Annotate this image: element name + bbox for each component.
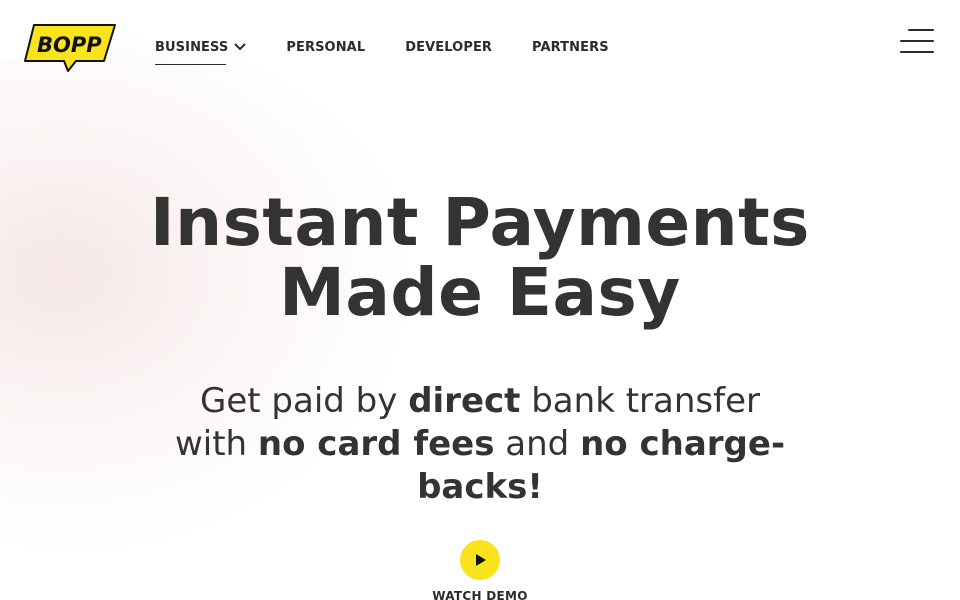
bopp-logo-icon: BOPP	[24, 24, 116, 72]
hero-title: Instant Payments Made Easy	[0, 188, 960, 328]
play-icon	[476, 554, 486, 566]
logo-text: BOPP	[37, 33, 102, 57]
hero-subtitle-text: Get paid by	[200, 381, 409, 421]
main-nav: BUSINESS PERSONAL DEVELOPER PARTNERS	[155, 38, 609, 65]
hero-subtitle-emphasis: no card fees	[257, 424, 495, 464]
menu-line	[900, 51, 934, 53]
nav-item-developer[interactable]: DEVELOPER	[405, 38, 492, 56]
hero-title-line2: Made Easy	[279, 254, 681, 331]
nav-item-business-label: BUSINESS	[155, 39, 229, 55]
chevron-down-icon	[234, 43, 247, 51]
bopp-logo[interactable]: BOPP	[24, 23, 116, 73]
nav-item-personal[interactable]: PERSONAL	[286, 38, 365, 56]
hero-subtitle: Get paid by direct bank transfer with no…	[165, 380, 795, 509]
nav-item-business[interactable]: BUSINESS	[155, 38, 247, 65]
hero-subtitle-text: and	[494, 424, 581, 464]
active-nav-underline	[155, 64, 226, 65]
nav-item-personal-label: PERSONAL	[286, 39, 366, 55]
hero-subtitle-emphasis: direct	[408, 381, 521, 421]
hero-title-line1: Instant Payments	[150, 184, 810, 261]
nav-item-developer-label: DEVELOPER	[405, 39, 493, 55]
nav-item-partners[interactable]: PARTNERS	[532, 38, 609, 56]
menu-line	[908, 29, 934, 31]
hamburger-menu-icon[interactable]	[900, 29, 934, 57]
site-header: BOPP BUSINESS PERSONAL DEVELOPER PARTNER…	[0, 0, 960, 96]
menu-line	[900, 40, 934, 42]
nav-item-partners-label: PARTNERS	[532, 39, 609, 55]
page: BOPP BUSINESS PERSONAL DEVELOPER PARTNER…	[0, 0, 960, 600]
watch-demo-label[interactable]: WATCH DEMO	[380, 589, 580, 600]
watch-demo-button[interactable]	[460, 540, 500, 580]
